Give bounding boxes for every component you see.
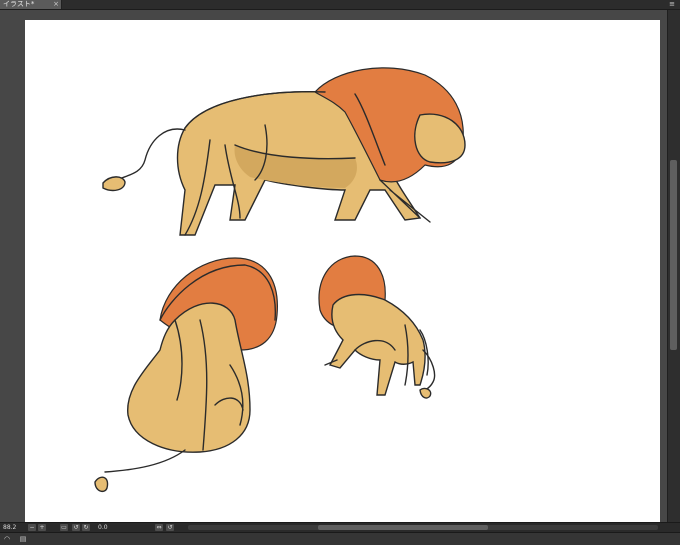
navigator-icon[interactable]: ◠ <box>2 535 12 543</box>
vertical-scrollbar[interactable] <box>667 10 680 522</box>
small-lion-body <box>328 293 426 396</box>
document-tab-bar: イラスト* × ≡ <box>0 0 680 10</box>
close-icon[interactable]: × <box>53 0 59 9</box>
lion-sketch-artwork <box>94 67 466 493</box>
fit-screen-icon[interactable]: ▭ <box>60 524 68 531</box>
sitting-lion-tail <box>104 449 186 473</box>
horizontal-scrollbar[interactable] <box>188 525 658 530</box>
vertical-scroll-thumb[interactable] <box>670 160 677 350</box>
sitting-lion <box>94 257 278 493</box>
horizontal-scroll-thumb[interactable] <box>318 525 488 530</box>
angle-value[interactable]: 0.0 <box>98 523 108 532</box>
sitting-lion-tail-tuft <box>94 476 109 493</box>
sitting-lion-body <box>127 302 251 453</box>
standing-lion <box>102 67 466 236</box>
small-lion <box>318 255 436 399</box>
standing-lion-tail-tuft <box>102 176 126 192</box>
flip-icon[interactable]: ⇔ <box>155 524 163 531</box>
tab-illustration[interactable]: イラスト* × <box>0 0 62 9</box>
bottom-toolbar: ◠ ▤ <box>0 532 680 545</box>
zoom-out-icon[interactable]: − <box>28 524 36 531</box>
drawing-paper[interactable] <box>25 20 660 522</box>
zoom-value[interactable]: 88.2 <box>3 523 16 532</box>
rotate-right-icon[interactable]: ↻ <box>82 524 90 531</box>
small-lion-tail-tuft <box>419 387 432 399</box>
zoom-in-icon[interactable]: + <box>38 524 46 531</box>
lion-drawings <box>94 67 466 493</box>
tab-label: イラスト* <box>3 0 35 8</box>
standing-lion-tail <box>112 128 186 183</box>
menu-icon[interactable]: ≡ <box>668 1 676 8</box>
rotate-left-icon[interactable]: ↺ <box>72 524 80 531</box>
canvas-status-bar: 88.2 − + ▭ ↺ ↻ 0.0 ⇔ ↺ <box>0 522 680 532</box>
rotate-reset-icon[interactable]: ↺ <box>166 524 174 531</box>
layer-panel-icon[interactable]: ▤ <box>18 535 28 543</box>
